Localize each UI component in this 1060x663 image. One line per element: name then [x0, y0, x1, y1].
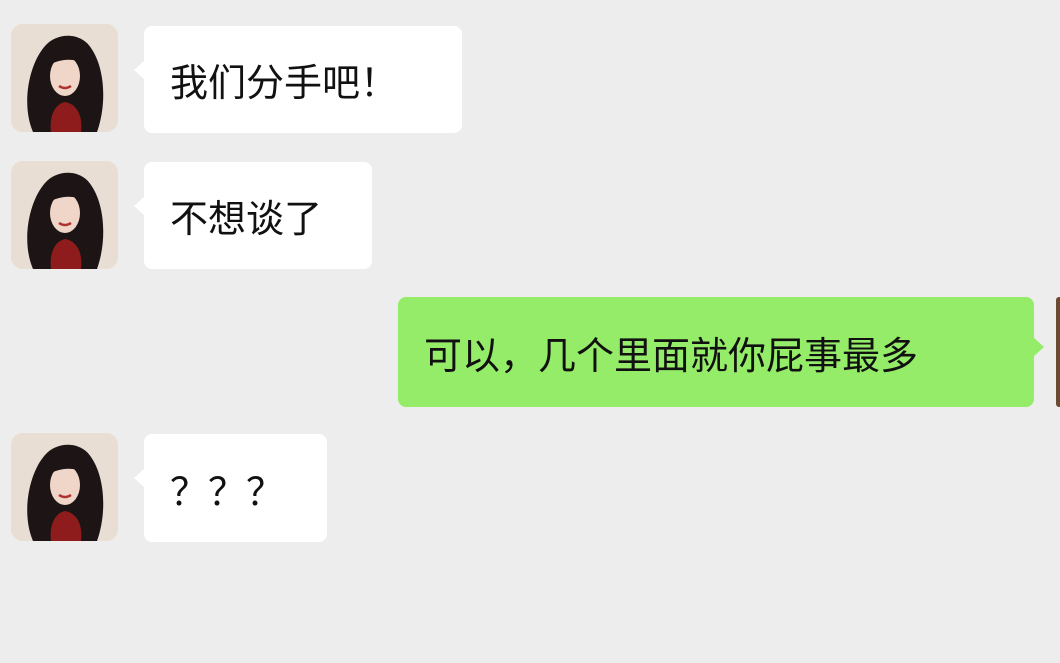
message-text: 我们分手吧！ [170, 61, 399, 105]
contact-avatar[interactable] [11, 433, 118, 541]
message-bubble-outgoing[interactable]: 可以，几个里面就你屁事最多 [398, 297, 1044, 407]
woman-portrait-avatar-icon [11, 24, 118, 132]
message-text: 可以，几个里面就你屁事最多 [424, 333, 919, 378]
woman-portrait-avatar-icon [11, 433, 118, 541]
message-bubble-incoming[interactable]: ？？？ [134, 434, 327, 542]
message-bubble-incoming[interactable]: 不想谈了 [134, 162, 372, 269]
chat-window: 我们分手吧！ 不想谈了 可以，几个里面就你屁事最多 ？？？ [0, 0, 1060, 663]
woman-portrait-avatar-icon [11, 161, 118, 269]
self-avatar[interactable] [1056, 297, 1060, 407]
message-text: 不想谈了 [170, 197, 323, 241]
contact-avatar[interactable] [11, 161, 118, 269]
message-text: ？？？ [170, 469, 285, 514]
message-bubble-incoming[interactable]: 我们分手吧！ [134, 26, 462, 133]
contact-avatar[interactable] [11, 24, 118, 132]
